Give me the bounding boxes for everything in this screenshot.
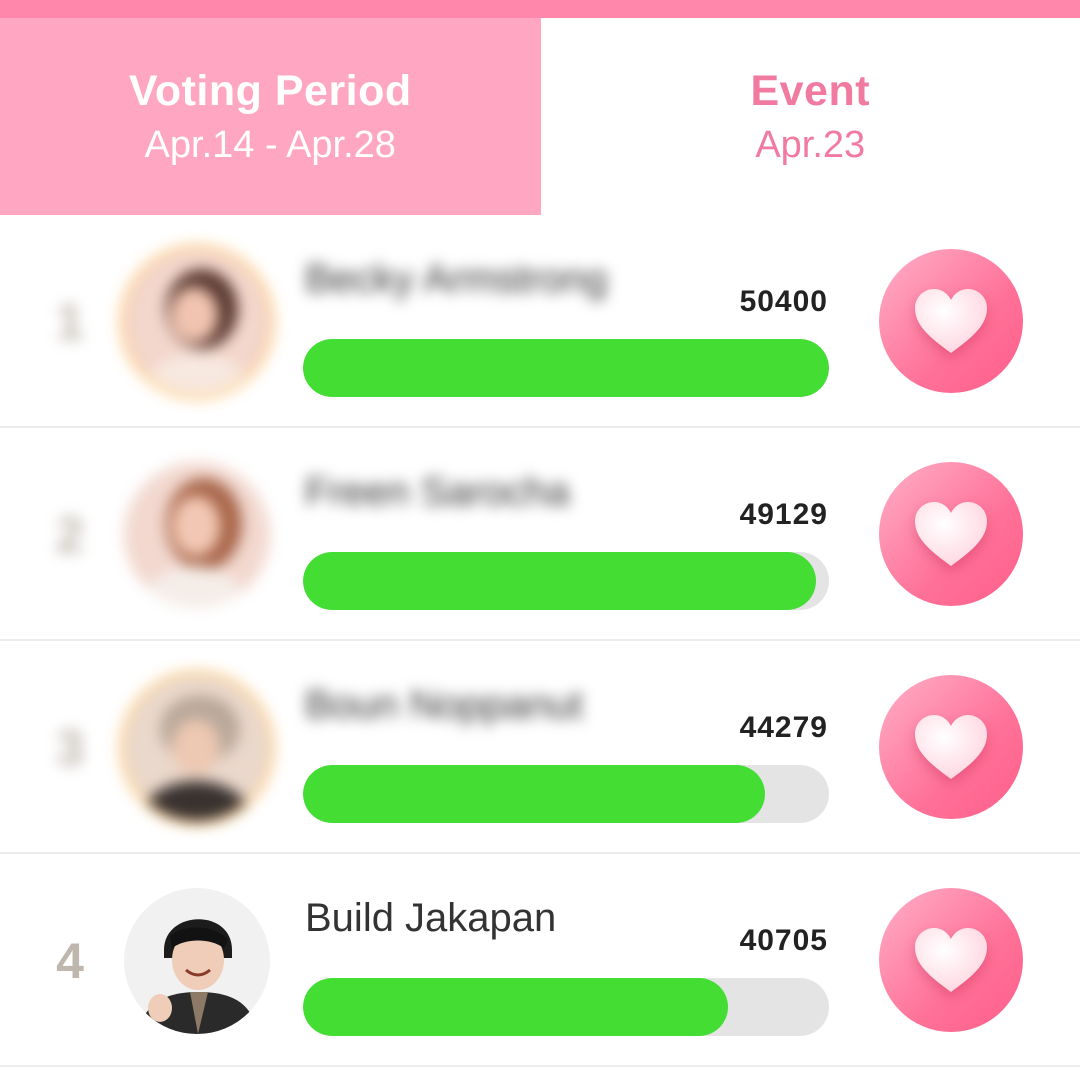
tab-event[interactable]: Event Apr.23 [540,18,1080,215]
tab-event-dates: Apr.23 [755,123,866,166]
top-accent-strip [0,0,1080,18]
rank-number: 2 [56,506,84,563]
vote-progress-bar [303,339,829,397]
vote-count: 50400 [739,285,828,318]
heart-icon [915,502,987,566]
vote-count: 49129 [739,498,828,531]
tab-voting-dates: Apr.14 - Apr.28 [144,123,396,166]
vote-progress-bar [303,978,829,1036]
tab-voting-title: Voting Period [128,66,412,115]
vote-progress-fill [303,339,829,397]
vote-count: 40705 [739,924,828,957]
vote-heart-button[interactable] [879,888,1023,1032]
rank-number: 1 [56,293,84,350]
avatar[interactable] [124,888,270,1034]
tab-voting-period[interactable]: Voting Period Apr.14 - Apr.28 [0,18,541,215]
vote-heart-button[interactable] [879,249,1023,393]
vote-progress-fill [303,765,766,823]
rank-number: 4 [56,932,84,989]
heart-icon [915,715,987,779]
vote-progress-bar [303,552,829,610]
period-tabs: Voting Period Apr.14 - Apr.28 Event Apr.… [0,18,1080,215]
vote-count: 44279 [739,711,828,744]
tab-event-title: Event [750,66,871,115]
candidate-name: Freen Sarocha [305,470,570,514]
heart-icon [915,928,987,992]
vote-heart-button[interactable] [879,675,1023,819]
candidate-name: Boun Noppanut [305,683,584,727]
vote-progress-fill [303,552,816,610]
ranking-row: 4 Build Jakapan 40705 [0,854,1080,1067]
avatar[interactable] [124,249,270,395]
ranking-list: 1 Becky Armstrong 50400 2 Freen Sarocha … [0,215,1080,1067]
ranking-row: 3 Boun Noppanut 44279 [0,641,1080,854]
vote-heart-button[interactable] [879,462,1023,606]
ranking-row: 2 Freen Sarocha 49129 [0,428,1080,641]
avatar[interactable] [124,675,270,821]
vote-progress-fill [303,978,728,1036]
candidate-name: Becky Armstrong [305,257,608,301]
rank-number: 3 [56,719,84,776]
avatar[interactable] [124,462,270,608]
candidate-name: Build Jakapan [305,896,557,940]
vote-progress-bar [303,765,829,823]
heart-icon [915,289,987,353]
ranking-row: 1 Becky Armstrong 50400 [0,215,1080,428]
